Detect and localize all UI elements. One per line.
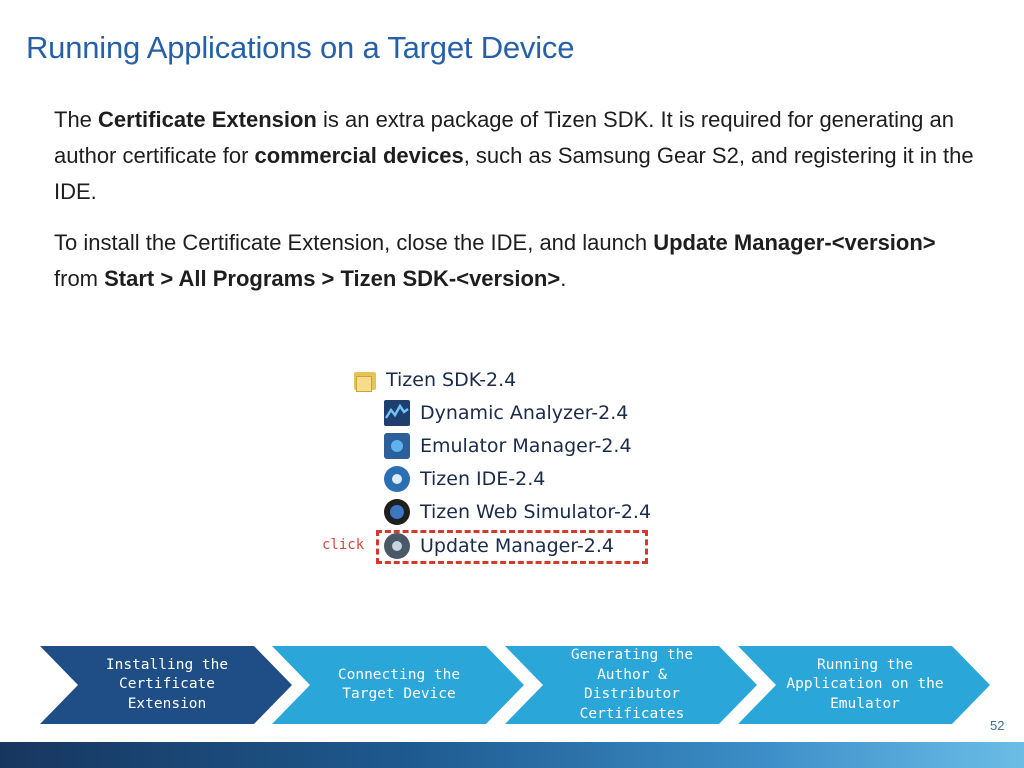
step-running-application-emulator: Running the Application on the Emulator [738,646,990,724]
para2-bold-update-manager: Update Manager-<version> [653,230,936,255]
para2-text-2: from [54,266,105,291]
slide-title: Running Applications on a Target Device [26,30,575,65]
update-manager-highlight-box [376,530,648,564]
para2-bold-menu-path: Start > All Programs > Tizen SDK-<versio… [104,266,561,291]
para1-text-1: The [54,107,99,132]
page-number: 52 [990,718,1005,733]
menu-item-label: Tizen IDE-2.4 [420,468,546,490]
step-3-label: Generating the Author & Distributor Cert… [570,647,694,722]
step-1-label: Installing the Certificate Extension [105,656,229,712]
step-4-label: Running the Application on the Emulator [786,656,944,712]
menu-item-label: Tizen Web Simulator-2.4 [420,501,652,523]
para2-text-3: . [560,266,567,291]
dynamic-analyzer-icon [384,400,410,426]
step-connecting-target-device: Connecting the Target Device [272,646,524,724]
paragraph-install-instructions: To install the Certificate Extension, cl… [54,225,984,297]
menu-item-tizen-web-simulator[interactable]: Tizen Web Simulator-2.4 [384,497,651,527]
emulator-manager-icon [384,433,410,459]
step-installing-certificate-extension: Installing the Certificate Extension [40,646,292,724]
menu-folder-tizen-sdk[interactable]: Tizen SDK-2.4 [352,365,516,395]
click-annotation: click [322,537,365,553]
menu-item-label: Emulator Manager-2.4 [420,435,632,457]
step-2-label: Connecting the Target Device [337,666,461,703]
tizen-ide-icon [384,466,410,492]
para2-text-1: To install the Certificate Extension, cl… [54,230,654,255]
menu-item-dynamic-analyzer[interactable]: Dynamic Analyzer-2.4 [384,398,628,428]
paragraph-certificate-extension: The Certificate Extension is an extra pa… [54,102,984,210]
folder-icon [354,370,376,392]
bottom-decorative-bar [0,742,1024,768]
web-simulator-icon [384,499,410,525]
para1-bold-certificate-extension: Certificate Extension [98,107,317,132]
menu-item-label: Dynamic Analyzer-2.4 [420,402,629,424]
menu-folder-label: Tizen SDK-2.4 [386,369,517,391]
step-generating-certificates: Generating the Author & Distributor Cert… [505,646,757,724]
process-steps: Installing the Certificate Extension Con… [40,646,1000,726]
menu-item-emulator-manager[interactable]: Emulator Manager-2.4 [384,431,632,461]
menu-item-tizen-ide[interactable]: Tizen IDE-2.4 [384,464,545,494]
para1-bold-commercial-devices: commercial devices [254,143,464,168]
